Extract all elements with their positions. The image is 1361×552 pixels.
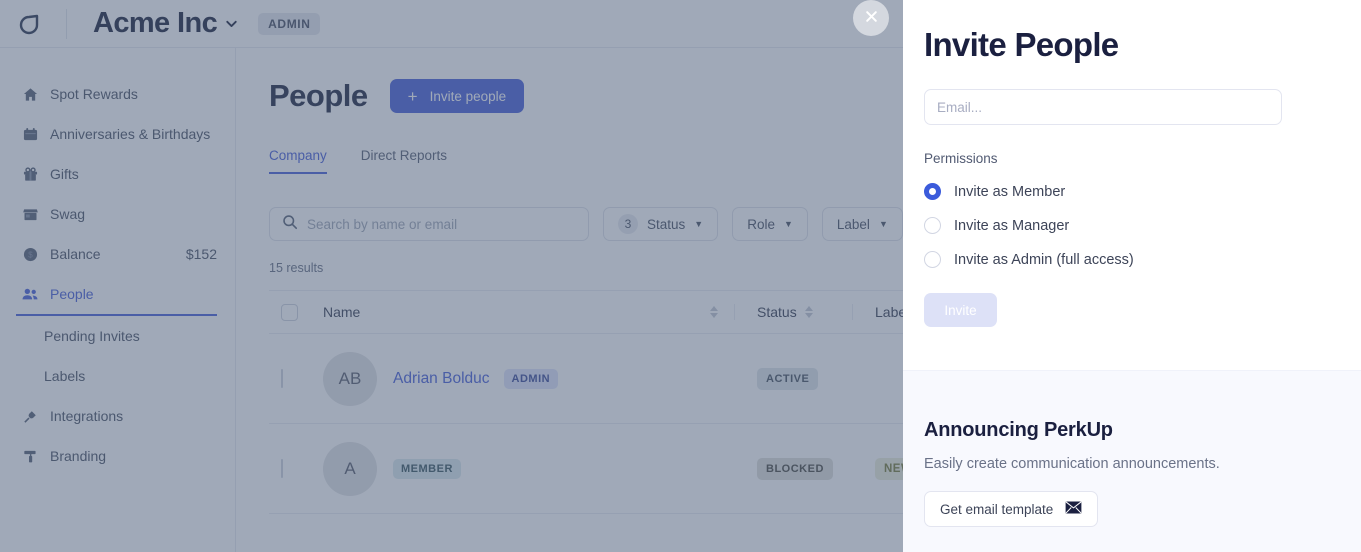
permission-option-member[interactable]: Invite as Member bbox=[924, 183, 1340, 200]
panel-title: Invite People bbox=[924, 26, 1119, 63]
permission-option-label: Invite as Member bbox=[954, 183, 1066, 200]
close-icon bbox=[864, 9, 879, 27]
close-panel-button[interactable] bbox=[853, 0, 889, 36]
radio-button-icon bbox=[924, 183, 941, 200]
envelope-icon bbox=[1065, 501, 1082, 517]
modal-overlay[interactable] bbox=[0, 0, 903, 552]
radio-button-icon bbox=[924, 217, 941, 234]
get-email-template-button[interactable]: Get email template bbox=[924, 491, 1099, 527]
promo-title: Announcing PerkUp bbox=[924, 419, 1113, 441]
email-input[interactable] bbox=[924, 89, 1282, 125]
permission-option-label: Invite as Manager bbox=[954, 217, 1070, 234]
get-email-template-label: Get email template bbox=[940, 501, 1054, 517]
permission-option-manager[interactable]: Invite as Manager bbox=[924, 217, 1340, 234]
promo-section: Announcing PerkUp Easily create communic… bbox=[903, 370, 1361, 552]
invite-panel-top: Invite People Permissions Invite as Memb… bbox=[903, 0, 1361, 370]
invite-submit-button[interactable]: Invite bbox=[924, 293, 997, 327]
radio-button-icon bbox=[924, 251, 941, 268]
permission-option-label: Invite as Admin (full access) bbox=[954, 251, 1134, 268]
permission-option-admin[interactable]: Invite as Admin (full access) bbox=[924, 251, 1340, 268]
invite-people-panel: Invite People Permissions Invite as Memb… bbox=[903, 0, 1361, 552]
permissions-label: Permissions bbox=[924, 151, 998, 166]
promo-subtitle: Easily create communication announcement… bbox=[924, 456, 1220, 472]
